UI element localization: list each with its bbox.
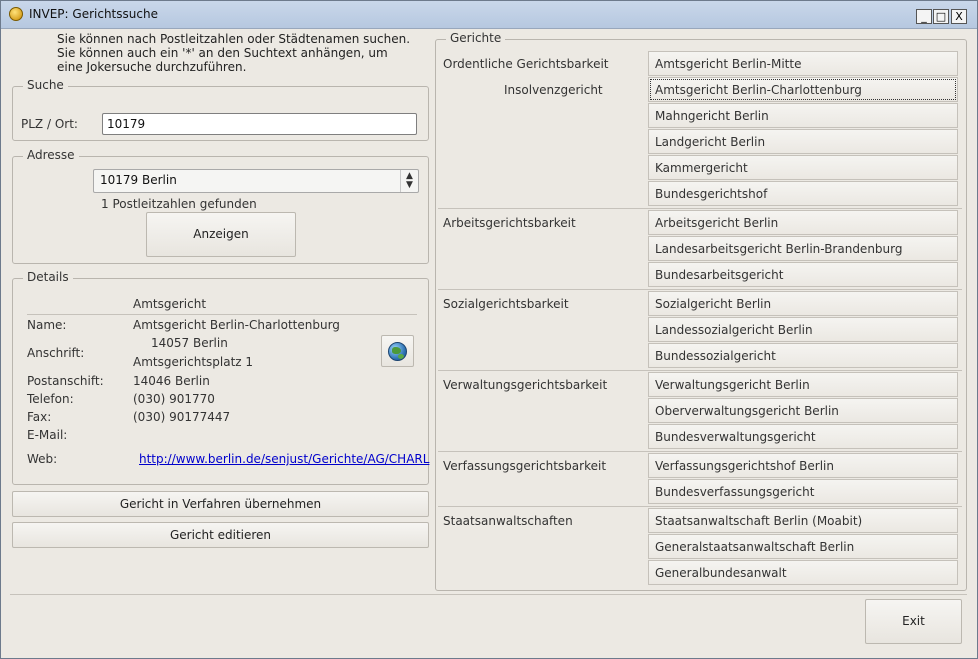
search-hint: Sie können nach Postleitzahlen oder Städ…	[57, 32, 411, 74]
email-label: E-Mail:	[27, 428, 68, 442]
details-header: Amtsgericht	[133, 297, 207, 311]
postanschrift-value: 14046 Berlin	[133, 374, 210, 388]
court-button[interactable]: Bundesverfassungsgericht	[648, 479, 958, 504]
court-button[interactable]: Generalstaatsanwaltschaft Berlin	[648, 534, 958, 559]
plz-input[interactable]: 10179	[102, 113, 417, 135]
ordentlich-label: Ordentliche Gerichtsbarkeit	[443, 57, 609, 71]
insolvenz-label: Insolvenzgericht	[504, 83, 603, 97]
telefon-label: Telefon:	[27, 392, 74, 406]
court-button[interactable]: Landessozialgericht Berlin	[648, 317, 958, 342]
edit-button[interactable]: Gericht editieren	[12, 522, 429, 548]
content-area: Sie können nach Postleitzahlen oder Städ…	[1, 29, 977, 658]
plz-label: PLZ / Ort:	[21, 117, 78, 131]
court-button[interactable]: Bundesverwaltungsgericht	[648, 424, 958, 449]
minimize-button[interactable]: _	[916, 9, 932, 24]
spinner-arrows-icon: ▲ ▼	[400, 170, 418, 192]
court-button[interactable]: Amtsgericht Berlin-Mitte	[648, 51, 958, 76]
divider-verwaltung	[438, 370, 962, 371]
postanschrift-label: Postanschift:	[27, 374, 104, 388]
details-group: Details Amtsgericht Name: Amtsgericht Be…	[12, 270, 429, 485]
court-button[interactable]: Sozialgericht Berlin	[648, 291, 958, 316]
telefon-value: (030) 901770	[133, 392, 215, 406]
court-button[interactable]: Verwaltungsgericht Berlin	[648, 372, 958, 397]
search-legend: Suche	[23, 78, 68, 92]
court-button[interactable]: Landesarbeitsgericht Berlin-Brandenburg	[648, 236, 958, 261]
fax-label: Fax:	[27, 410, 52, 424]
anschrift-city: 14057 Berlin	[151, 336, 228, 350]
search-group: Suche PLZ / Ort: 10179	[12, 78, 429, 141]
divider-verfassung	[438, 451, 962, 452]
sozial-label: Sozialgerichtsbarkeit	[443, 297, 569, 311]
arbeit-label: Arbeitsgerichtsbarkeit	[443, 216, 576, 230]
court-button[interactable]: Mahngericht Berlin	[648, 103, 958, 128]
fax-value: (030) 90177447	[133, 410, 231, 424]
title-bar: INVEP: Gerichtssuche _ □ X	[1, 1, 977, 29]
staatsanwalt-label: Staatsanwaltschaften	[443, 514, 573, 528]
court-button-selected[interactable]: Amtsgericht Berlin-Charlottenburg	[648, 77, 958, 102]
divider-arbeit	[438, 208, 962, 209]
court-button[interactable]: Arbeitsgericht Berlin	[648, 210, 958, 235]
app-icon	[9, 7, 23, 21]
court-button[interactable]: Staatsanwaltschaft Berlin (Moabit)	[648, 508, 958, 533]
court-button[interactable]: Bundesgerichtshof	[648, 181, 958, 206]
found-count: 1 Postleitzahlen gefunden	[101, 197, 257, 211]
window-title: INVEP: Gerichtssuche	[29, 7, 158, 21]
courts-legend: Gerichte	[446, 31, 506, 45]
bottom-divider	[10, 594, 967, 595]
exit-button[interactable]: Exit	[865, 599, 962, 644]
show-button[interactable]: Anzeigen	[146, 212, 296, 257]
name-value: Amtsgericht Berlin-Charlottenburg	[133, 318, 340, 332]
court-button[interactable]: Landgericht Berlin	[648, 129, 958, 154]
address-select-value: 10179 Berlin	[100, 173, 177, 187]
web-label: Web:	[27, 452, 58, 466]
close-button[interactable]: X	[951, 9, 967, 24]
anschrift-label: Anschrift:	[27, 346, 85, 360]
address-group: Adresse 10179 Berlin ▲ ▼ 1 Postleitzahlen…	[12, 148, 429, 264]
court-button[interactable]: Bundesarbeitsgericht	[648, 262, 958, 287]
divider-sozial	[438, 289, 962, 290]
map-button[interactable]	[381, 335, 414, 367]
maximize-button[interactable]: □	[933, 9, 949, 24]
globe-icon	[388, 342, 407, 361]
court-button[interactable]: Oberverwaltungsgericht Berlin	[648, 398, 958, 423]
court-button[interactable]: Kammergericht	[648, 155, 958, 180]
court-button[interactable]: Verfassungsgerichtshof Berlin	[648, 453, 958, 478]
address-legend: Adresse	[23, 148, 79, 162]
anschrift-street: Amtsgerichtsplatz 1	[133, 355, 254, 369]
name-label: Name:	[27, 318, 67, 332]
court-button[interactable]: Bundessozialgericht	[648, 343, 958, 368]
app-window: INVEP: Gerichtssuche _ □ X Sie können na…	[0, 0, 978, 659]
web-link[interactable]: http://www.berlin.de/senjust/Gerichte/AG…	[139, 452, 429, 466]
court-button[interactable]: Generalbundesanwalt	[648, 560, 958, 585]
verwaltung-label: Verwaltungsgerichtsbarkeit	[443, 378, 608, 392]
take-over-button[interactable]: Gericht in Verfahren übernehmen	[12, 491, 429, 517]
details-divider	[27, 314, 417, 315]
divider-staatsanwalt	[438, 506, 962, 507]
details-legend: Details	[23, 270, 73, 284]
verfassung-label: Verfassungsgerichtsbarkeit	[443, 459, 607, 473]
address-select[interactable]: 10179 Berlin ▲ ▼	[93, 169, 419, 193]
